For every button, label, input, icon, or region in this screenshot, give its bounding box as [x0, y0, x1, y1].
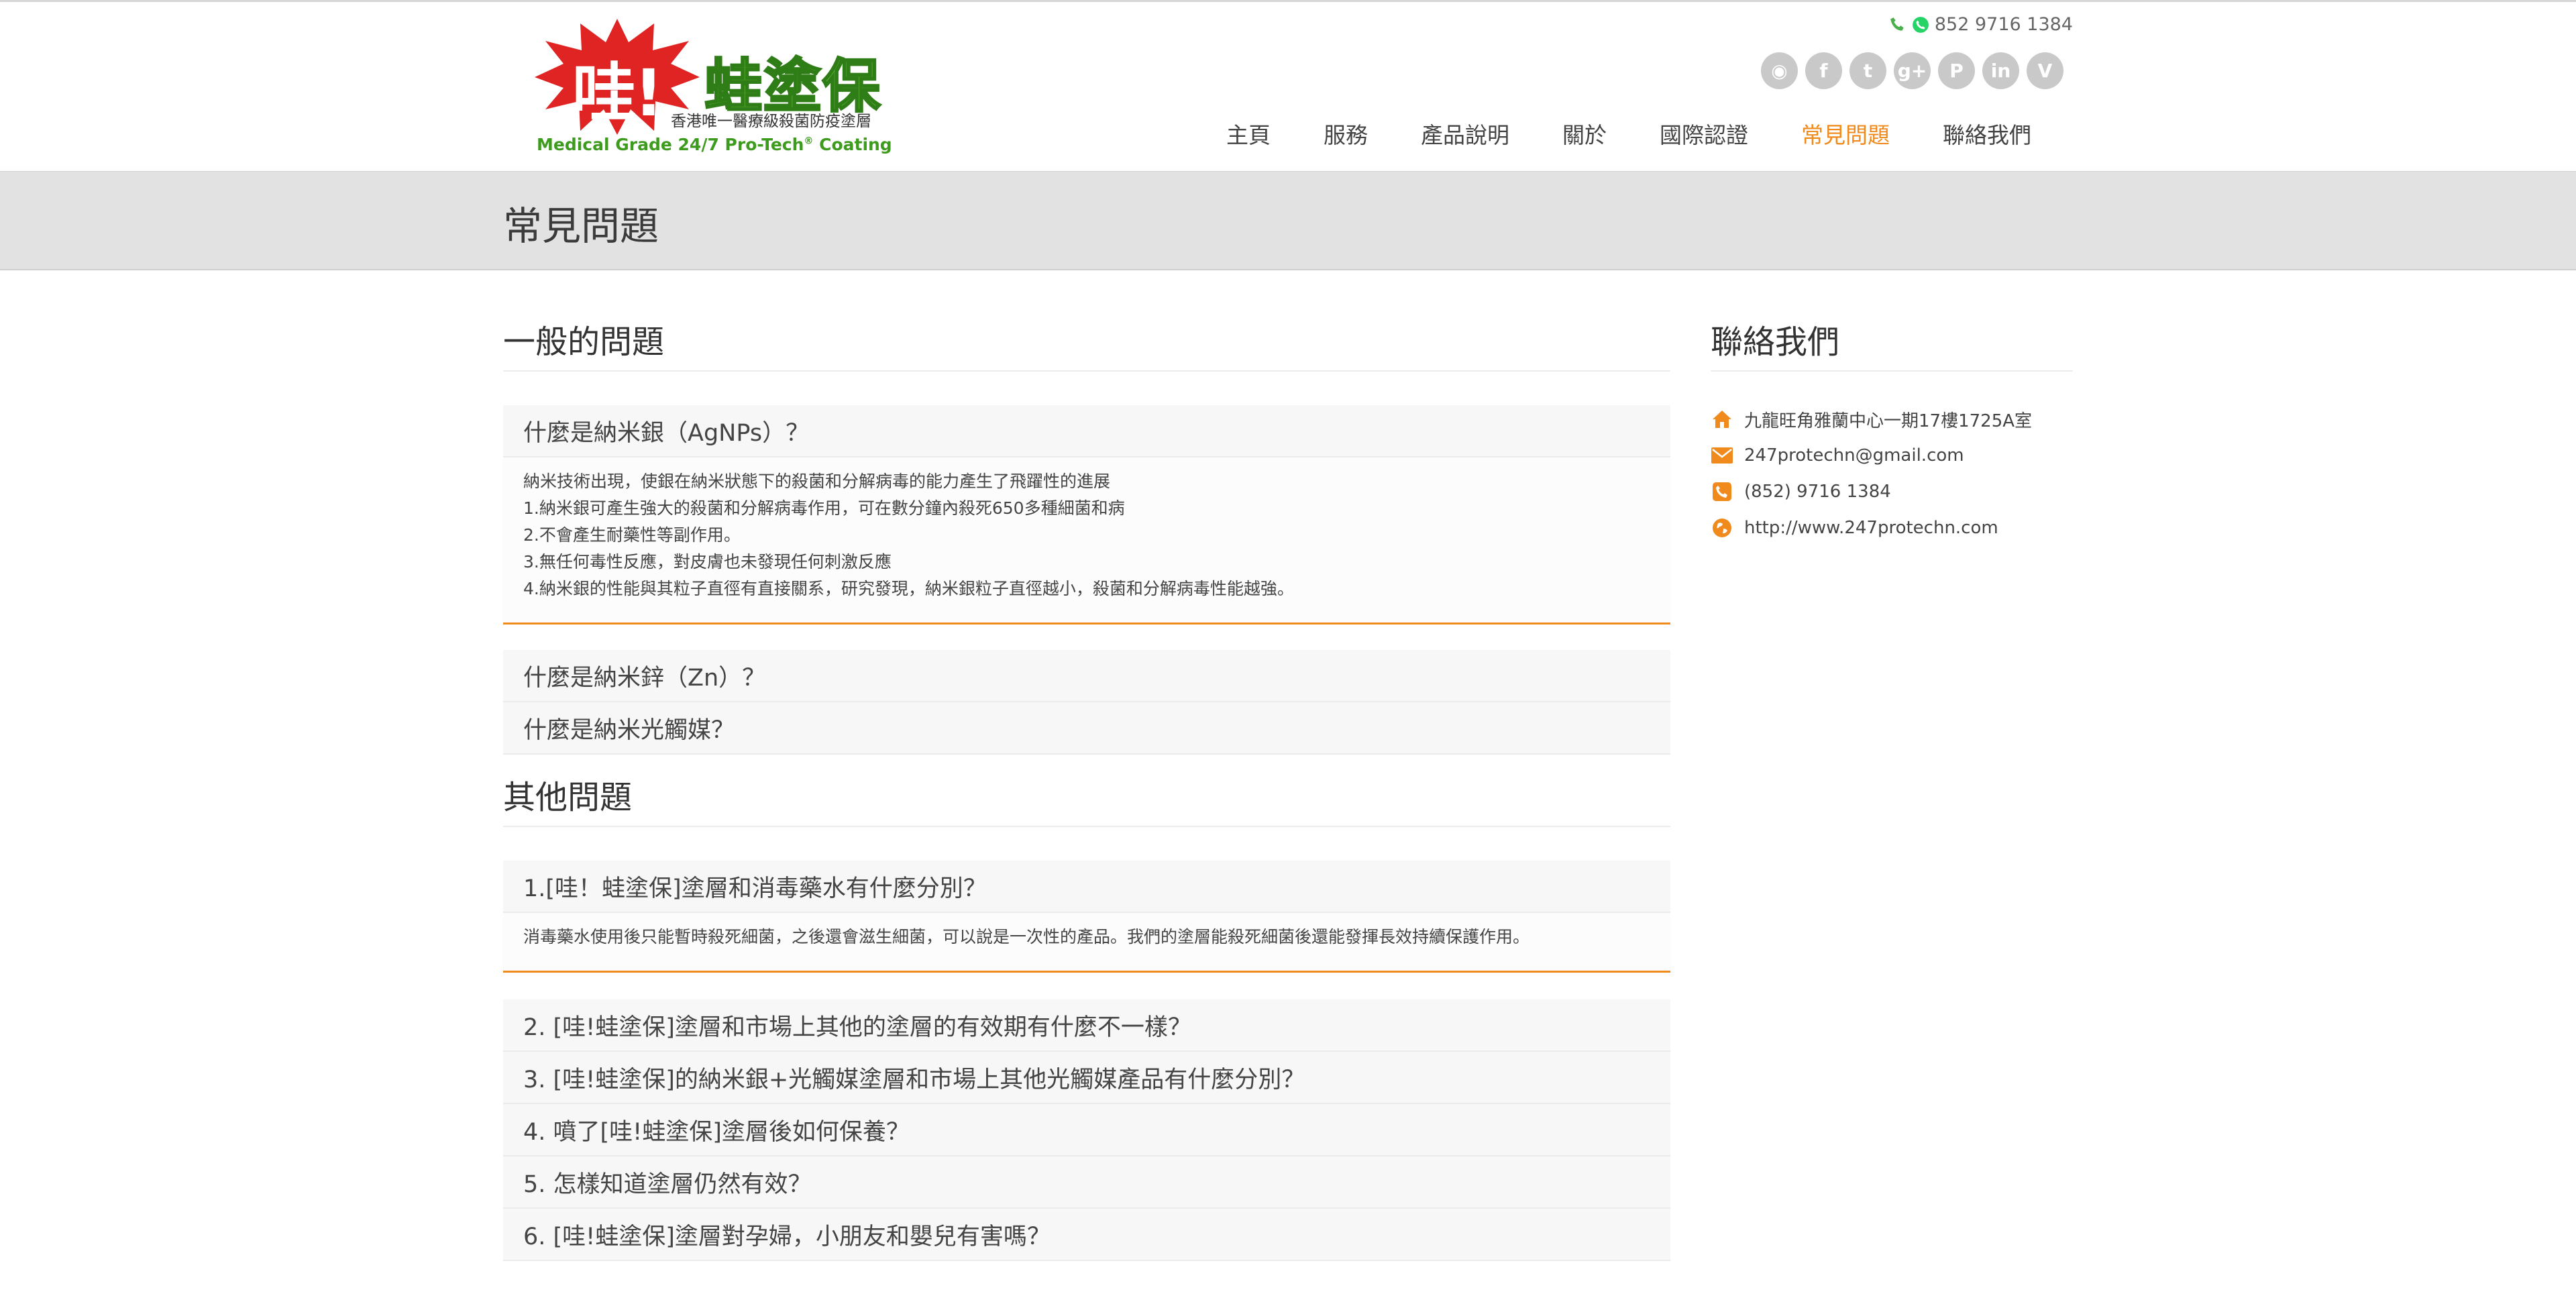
- contact-email[interactable]: 247protechn@gmail.com: [1711, 437, 2073, 474]
- faq-content: 一般的問題 什麼是納米銀（AgNPs）？ 納米技術出現，使銀在納米狀態下的殺菌和…: [503, 315, 1670, 1261]
- twitter-icon[interactable]: t: [1849, 52, 1886, 89]
- faq-question-other-6[interactable]: 6. [哇!蛙塗保]塗層對孕婦，小朋友和嬰兒有害嗎？: [503, 1209, 1670, 1261]
- header-phone[interactable]: 852 9716 1384: [1889, 14, 2073, 35]
- vimeo-icon[interactable]: V: [2027, 52, 2063, 89]
- faq-question-zn[interactable]: 什麼是納米鋅（Zn）？: [503, 650, 1670, 702]
- nav-certification[interactable]: 國際認證: [1660, 117, 1748, 150]
- home-icon: [1711, 408, 1733, 431]
- logo-burst-text: 哇!: [572, 56, 663, 131]
- contact-address-text: 九龍旺角雅蘭中心一期17樓1725A室: [1744, 411, 2033, 431]
- answer-line: 3.無任何毒性反應，對皮膚也未發現任何刺激反應: [523, 552, 892, 572]
- faq-question-other-4[interactable]: 4. 噴了[哇!蛙塗保]塗層後如何保養？: [503, 1104, 1670, 1156]
- logo-tagline-main: Medical Grade 24/7 Pro-Tech: [537, 135, 804, 154]
- nav-services[interactable]: 服務: [1324, 117, 1368, 150]
- nav-home[interactable]: 主頁: [1226, 117, 1271, 150]
- contact-sidebar: 聯絡我們 九龍旺角雅蘭中心一期17樓1725A室 247protechn@gma…: [1711, 315, 2073, 546]
- faq-question-photocatalyst[interactable]: 什麼是納米光觸媒？: [503, 702, 1670, 755]
- envelope-icon: [1711, 444, 1733, 467]
- pinterest-icon[interactable]: P: [1938, 52, 1975, 89]
- logo-tagline: Medical Grade 24/7 Pro-Tech® Coating: [537, 135, 892, 154]
- faq-question-agnps[interactable]: 什麼是納米銀（AgNPs）？: [503, 405, 1670, 457]
- header-phone-number: 852 9716 1384: [1934, 14, 2073, 35]
- contact-email-text: 247protechn@gmail.com: [1744, 445, 1964, 466]
- faq-question-other-3[interactable]: 3. [哇!蛙塗保]的納米銀+光觸媒塗層和市場上其他光觸媒產品有什麼分別？: [503, 1052, 1670, 1104]
- page-title: 常見問題: [503, 203, 659, 249]
- phone-icon: [1890, 17, 1904, 31]
- answer-line: 2.不會產生耐藥性等副作用。: [523, 525, 741, 545]
- contact-phone[interactable]: (852) 9716 1384: [1711, 474, 2073, 510]
- facebook-icon[interactable]: f: [1805, 52, 1842, 89]
- nav-faq[interactable]: 常見問題: [1801, 117, 1890, 150]
- faq-answer-agnps: 納米技術出現，使銀在納米狀態下的殺菌和分解病毒的能力產生了飛躍性的進展 1.納米…: [503, 457, 1670, 625]
- logo-subtitle: 香港唯一醫療級殺菌防疫塗層: [671, 113, 871, 130]
- contact-website-text: http://www.247protechn.com: [1744, 518, 1998, 538]
- social-links: ◉ f t g+ P in V: [1761, 52, 2063, 89]
- logo-tagline-end: Coating: [813, 135, 892, 154]
- faq-answer-other-1: 消毒藥水使用後只能暫時殺死細菌，之後還會滋生細菌，可以說是一次性的產品。我們的塗…: [503, 913, 1670, 973]
- google-plus-icon[interactable]: g+: [1894, 52, 1931, 89]
- faq-question-other-2[interactable]: 2. [哇!蛙塗保]塗層和市場上其他的塗層的有效期有什麼不一樣？: [503, 999, 1670, 1052]
- nav-contact[interactable]: 聯絡我們: [1943, 117, 2031, 150]
- site-logo[interactable]: 哇! 蛙塗保 香港唯一醫療級殺菌防疫塗層 Medical Grade 24/7 …: [533, 15, 892, 160]
- whatsapp-icon: [1912, 16, 1929, 33]
- faq-question-other-1[interactable]: 1.[哇！蛙塗保]塗層和消毒藥水有什麼分別？: [503, 861, 1670, 913]
- page-banner: 常見問題: [0, 171, 2576, 270]
- contact-phone-text: (852) 9716 1384: [1744, 482, 1891, 502]
- answer-line: 納米技術出現，使銀在納米狀態下的殺菌和分解病毒的能力產生了飛躍性的進展: [523, 472, 1111, 491]
- section-other-heading: 其他問題: [503, 771, 1670, 827]
- answer-line: 4.納米銀的性能與其粒子直徑有直接關系，研究發現，納米銀粒子直徑越小，殺菌和分解…: [523, 579, 1294, 598]
- contact-address: 九龍旺角雅蘭中心一期17樓1725A室: [1711, 401, 2073, 437]
- nav-about[interactable]: 關於: [1562, 117, 1607, 150]
- nav-products[interactable]: 產品說明: [1421, 117, 1509, 150]
- logo-tagline-sup: ®: [804, 136, 814, 147]
- sidebar-heading: 聯絡我們: [1711, 315, 2073, 372]
- globe-icon: [1711, 517, 1733, 539]
- linkedin-icon[interactable]: in: [1982, 52, 2019, 89]
- main-nav: 主頁 服務 產品說明 關於 國際認證 常見問題 聯絡我們: [1226, 117, 2031, 150]
- phone-icon: [1711, 480, 1733, 503]
- answer-line: 1.納米銀可產生強大的殺菌和分解病毒作用，可在數分鐘內殺死650多種細菌和病: [523, 498, 1125, 518]
- faq-item: 什麼是納米銀（AgNPs）？ 納米技術出現，使銀在納米狀態下的殺菌和分解病毒的能…: [503, 405, 1670, 625]
- answer-line: 消毒藥水使用後只能暫時殺死細菌，之後還會滋生細菌，可以說是一次性的產品。我們的塗…: [523, 927, 1530, 946]
- section-general-heading: 一般的問題: [503, 315, 1670, 372]
- rss-icon[interactable]: ◉: [1761, 52, 1798, 89]
- faq-question-other-5[interactable]: 5. 怎樣知道塗層仍然有效？: [503, 1156, 1670, 1209]
- contact-website[interactable]: http://www.247protechn.com: [1711, 510, 2073, 546]
- site-header: 哇! 蛙塗保 香港唯一醫療級殺菌防疫塗層 Medical Grade 24/7 …: [0, 2, 2576, 171]
